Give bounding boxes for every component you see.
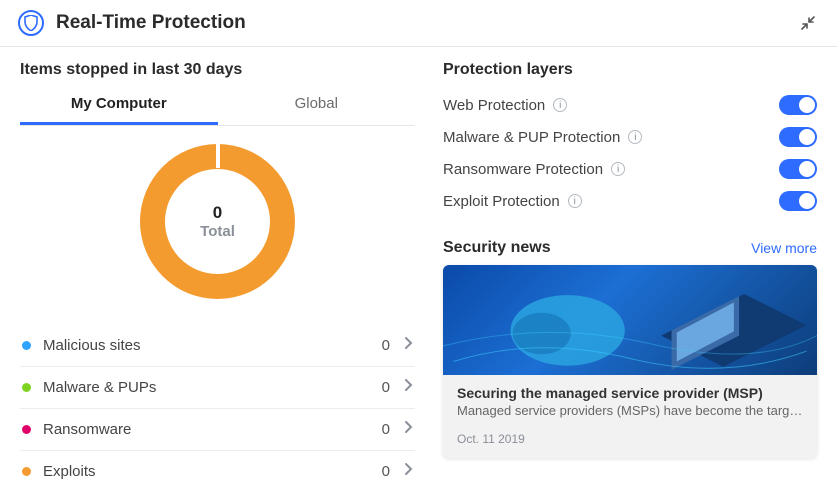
dot-icon xyxy=(22,383,31,392)
view-more-link[interactable]: View more xyxy=(751,240,817,256)
layer-ransomware: Ransomware Protection i xyxy=(443,153,817,185)
news-card-desc: Managed service providers (MSPs) have be… xyxy=(457,403,803,418)
category-label: Exploits xyxy=(43,463,382,480)
donut-total-label: Total xyxy=(200,223,235,240)
info-icon[interactable]: i xyxy=(628,130,642,144)
chevron-right-icon xyxy=(404,420,413,439)
news-illustration xyxy=(443,265,817,375)
layers-title: Protection layers xyxy=(443,61,817,79)
category-count: 0 xyxy=(382,337,390,354)
category-label: Malware & PUPs xyxy=(43,379,382,396)
toggle-ransomware[interactable] xyxy=(779,159,817,179)
layer-malware-pup: Malware & PUP Protection i xyxy=(443,121,817,153)
page-title: Real-Time Protection xyxy=(56,12,797,34)
stopped-donut-chart: 0 Total xyxy=(140,144,295,299)
dot-icon xyxy=(22,467,31,476)
category-exploits[interactable]: Exploits 0 xyxy=(20,451,415,492)
tab-global[interactable]: Global xyxy=(218,89,416,125)
toggle-exploit[interactable] xyxy=(779,191,817,211)
category-count: 0 xyxy=(382,421,390,438)
category-count: 0 xyxy=(382,379,390,396)
toggle-malware-pup[interactable] xyxy=(779,127,817,147)
stopped-title: Items stopped in last 30 days xyxy=(20,61,415,79)
news-card[interactable]: Securing the managed service provider (M… xyxy=(443,265,817,458)
dot-icon xyxy=(22,425,31,434)
layer-label: Exploit Protection xyxy=(443,193,560,210)
shield-icon xyxy=(18,10,44,36)
category-ransomware[interactable]: Ransomware 0 xyxy=(20,409,415,451)
category-count: 0 xyxy=(382,463,390,480)
chevron-right-icon xyxy=(404,336,413,355)
donut-total-value: 0 xyxy=(213,203,222,223)
news-title: Security news xyxy=(443,239,551,257)
info-icon[interactable]: i xyxy=(568,194,582,208)
news-card-title: Securing the managed service provider (M… xyxy=(457,385,803,401)
category-label: Malicious sites xyxy=(43,337,382,354)
category-malicious-sites[interactable]: Malicious sites 0 xyxy=(20,325,415,367)
layer-exploit: Exploit Protection i xyxy=(443,185,817,217)
layer-label: Malware & PUP Protection xyxy=(443,129,620,146)
layer-label: Web Protection xyxy=(443,97,545,114)
category-malware-pups[interactable]: Malware & PUPs 0 xyxy=(20,367,415,409)
news-card-date: Oct. 11 2019 xyxy=(457,432,803,446)
info-icon[interactable]: i xyxy=(611,162,625,176)
layer-web-protection: Web Protection i xyxy=(443,89,817,121)
info-icon[interactable]: i xyxy=(553,98,567,112)
dot-icon xyxy=(22,341,31,350)
collapse-button[interactable] xyxy=(797,12,819,34)
category-label: Ransomware xyxy=(43,421,382,438)
chevron-right-icon xyxy=(404,378,413,397)
toggle-web-protection[interactable] xyxy=(779,95,817,115)
layer-label: Ransomware Protection xyxy=(443,161,603,178)
chevron-right-icon xyxy=(404,462,413,481)
tab-my-computer[interactable]: My Computer xyxy=(20,89,218,125)
